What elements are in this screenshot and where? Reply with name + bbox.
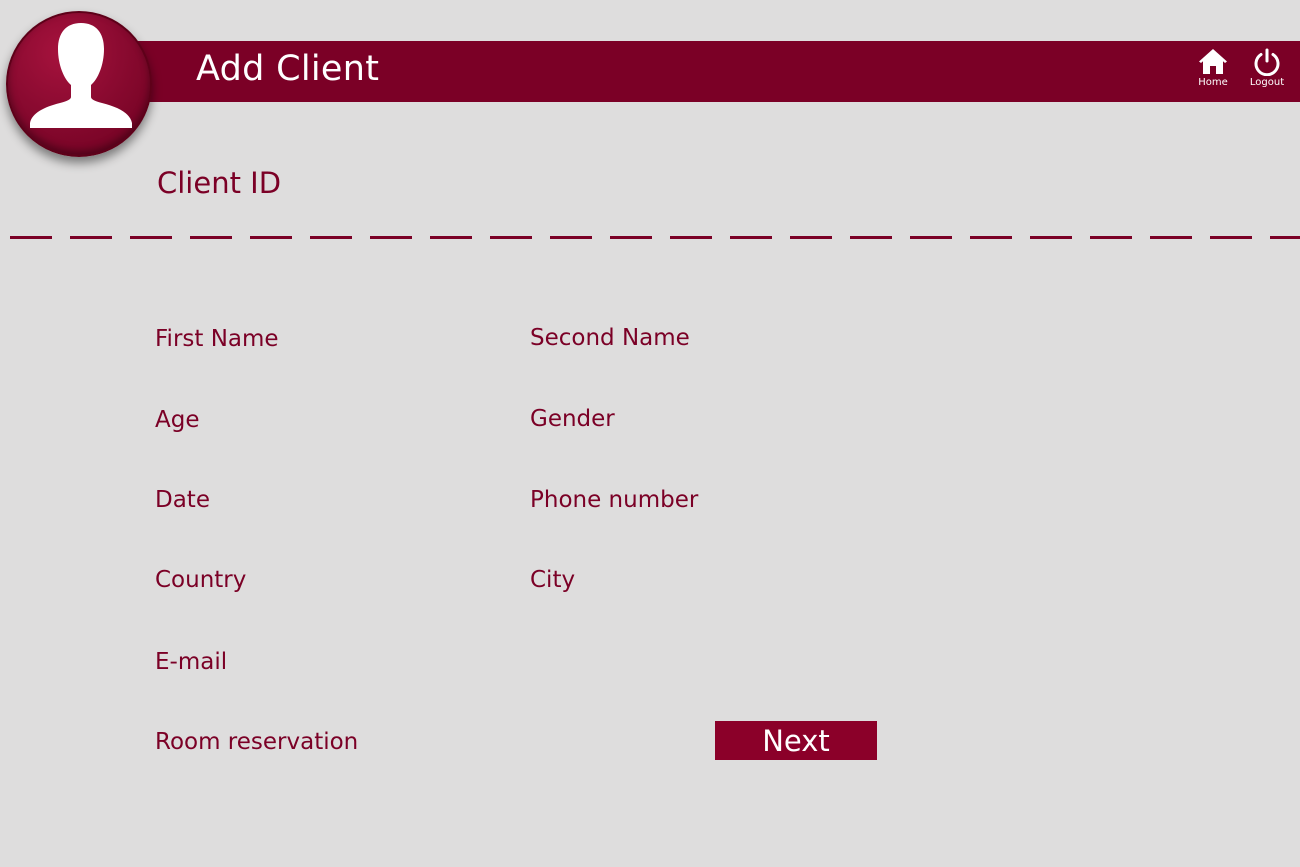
logout-button[interactable]: Logout (1245, 48, 1289, 94)
home-label: Home (1198, 77, 1228, 88)
home-icon (1199, 49, 1227, 74)
client-id-label: Client ID (157, 166, 282, 200)
second-name-field[interactable]: Second Name (530, 323, 690, 353)
gender-field[interactable]: Gender (530, 404, 615, 434)
date-field[interactable]: Date (155, 485, 210, 515)
phone-number-field[interactable]: Phone number (530, 485, 698, 515)
logout-label: Logout (1249, 77, 1285, 88)
first-name-field[interactable]: First Name (155, 324, 279, 354)
power-icon (1254, 48, 1280, 76)
city-field[interactable]: City (530, 565, 575, 595)
next-button[interactable]: Next (715, 721, 877, 760)
email-field[interactable]: E-mail (155, 647, 227, 677)
home-button[interactable]: Home (1191, 48, 1235, 94)
user-silhouette-icon (30, 23, 132, 128)
avatar (6, 11, 152, 157)
client-id-field[interactable] (10, 236, 1300, 239)
country-field[interactable]: Country (155, 565, 246, 595)
add-client-page: Add Client Home Logout Client ID First N… (0, 0, 1300, 867)
page-title: Add Client (196, 49, 380, 89)
room-reservation-field[interactable]: Room reservation (155, 727, 358, 757)
age-field[interactable]: Age (155, 405, 199, 435)
